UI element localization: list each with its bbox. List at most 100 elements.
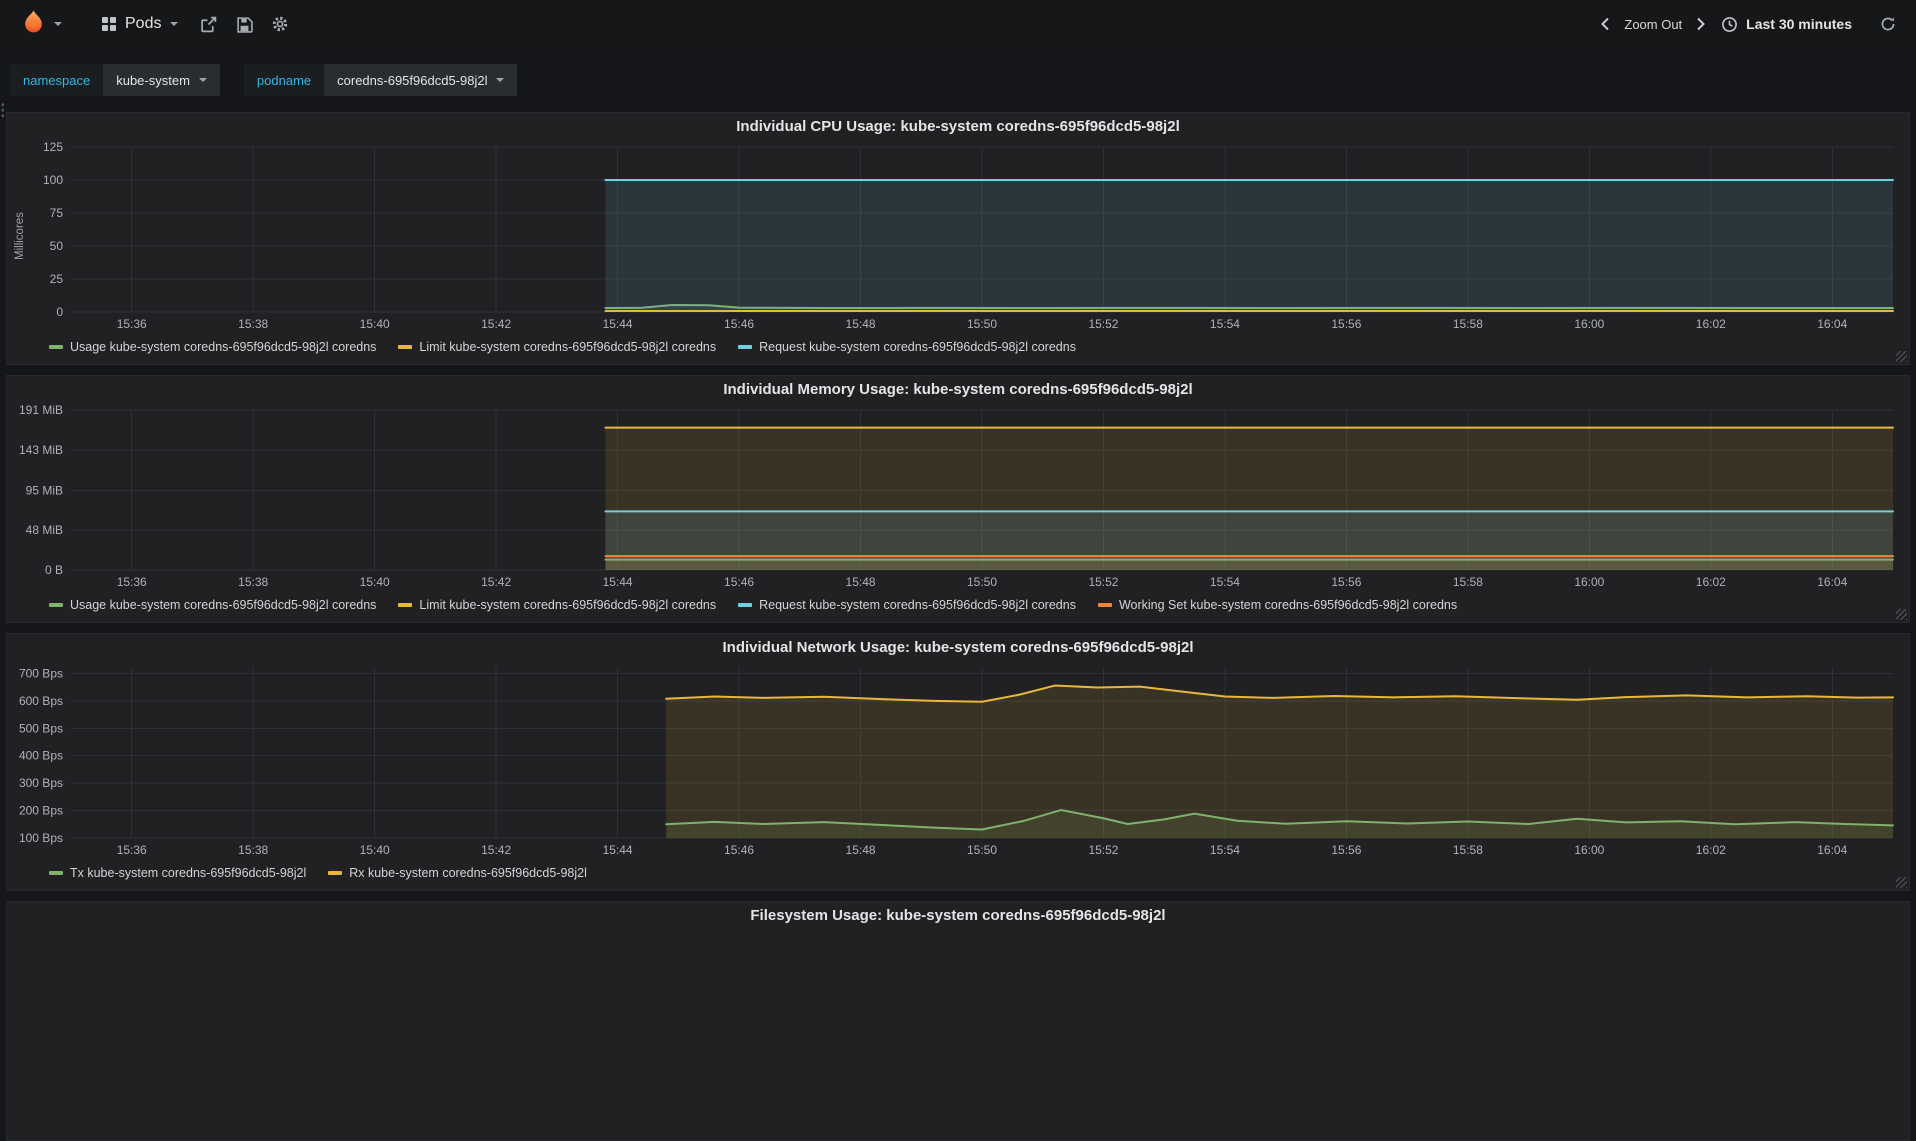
y-axis-label: Millicores: [14, 212, 26, 261]
legend-series-label: Request kube-system coredns-695f96dcd5-9…: [759, 598, 1076, 612]
svg-text:15:56: 15:56: [1331, 575, 1361, 589]
svg-text:15:46: 15:46: [724, 317, 754, 331]
variable-label: namespace: [10, 64, 104, 96]
share-icon: [201, 16, 217, 32]
panel-resize-handle-icon[interactable]: [1896, 877, 1907, 888]
svg-text:15:48: 15:48: [846, 843, 876, 857]
variable-namespace: namespace kube-system: [10, 64, 220, 96]
svg-text:15:36: 15:36: [117, 575, 147, 589]
svg-text:15:42: 15:42: [481, 317, 511, 331]
svg-text:15:40: 15:40: [360, 575, 390, 589]
share-button[interactable]: [190, 0, 226, 48]
svg-text:25: 25: [50, 272, 64, 286]
chart-legend: Usage kube-system coredns-695f96dcd5-98j…: [13, 334, 1903, 364]
svg-text:15:54: 15:54: [1210, 575, 1240, 589]
legend-series-label: Tx kube-system coredns-695f96dcd5-98j2l: [70, 866, 307, 880]
legend-item[interactable]: Limit kube-system coredns-695f96dcd5-98j…: [398, 596, 716, 614]
save-button[interactable]: [226, 0, 262, 48]
legend-series-label: Request kube-system coredns-695f96dcd5-9…: [759, 340, 1076, 354]
svg-text:16:00: 16:00: [1574, 317, 1604, 331]
svg-text:15:44: 15:44: [603, 843, 633, 857]
legend-series-color-icon: [738, 603, 753, 607]
panel-memory-usage: Individual Memory Usage: kube-system cor…: [6, 375, 1910, 623]
gear-icon: [273, 16, 288, 32]
legend-series-color-icon: [1097, 603, 1112, 607]
svg-text:15:48: 15:48: [846, 575, 876, 589]
legend-series-color-icon: [398, 345, 413, 349]
variable-value-dropdown[interactable]: kube-system: [103, 64, 220, 96]
svg-text:16:04: 16:04: [1817, 843, 1847, 857]
time-range-label[interactable]: Last 30 minutes: [1746, 16, 1870, 32]
legend-item[interactable]: Rx kube-system coredns-695f96dcd5-98j2l: [328, 864, 587, 882]
svg-text:15:46: 15:46: [724, 575, 754, 589]
svg-text:200 Bps: 200 Bps: [19, 804, 63, 818]
svg-text:15:52: 15:52: [1088, 317, 1118, 331]
svg-text:15:36: 15:36: [117, 843, 147, 857]
panel-resize-handle-icon[interactable]: [1896, 351, 1907, 362]
panel-resize-handle-icon[interactable]: [1896, 609, 1907, 620]
legend-item[interactable]: Request kube-system coredns-695f96dcd5-9…: [738, 338, 1076, 356]
svg-text:15:38: 15:38: [238, 575, 268, 589]
svg-text:15:58: 15:58: [1453, 575, 1483, 589]
svg-text:15:56: 15:56: [1331, 843, 1361, 857]
legend-item[interactable]: Usage kube-system coredns-695f96dcd5-98j…: [49, 338, 376, 356]
legend-series-label: Limit kube-system coredns-695f96dcd5-98j…: [419, 598, 717, 612]
svg-text:16:02: 16:02: [1696, 843, 1726, 857]
svg-text:100: 100: [43, 173, 63, 187]
chevron-right-icon: [1697, 17, 1706, 31]
panel-title[interactable]: Individual Network Usage: kube-system co…: [13, 634, 1903, 660]
svg-text:16:02: 16:02: [1696, 317, 1726, 331]
svg-text:16:00: 16:00: [1574, 843, 1604, 857]
zoom-out-button[interactable]: Zoom Out: [1620, 17, 1686, 32]
variable-podname: podname coredns-695f96dcd5-98j2l: [243, 64, 518, 96]
svg-text:15:38: 15:38: [238, 317, 268, 331]
svg-text:15:54: 15:54: [1210, 317, 1240, 331]
grafana-menu-button[interactable]: [14, 0, 68, 48]
svg-text:100 Bps: 100 Bps: [19, 831, 63, 845]
panel-title[interactable]: Individual CPU Usage: kube-system coredn…: [13, 113, 1903, 139]
legend-series-color-icon: [49, 871, 63, 875]
svg-text:95 MiB: 95 MiB: [26, 483, 63, 497]
chevron-down-icon: [496, 78, 505, 82]
svg-text:15:50: 15:50: [967, 317, 997, 331]
row-drag-handle-icon[interactable]: [0, 102, 5, 119]
legend-item[interactable]: Tx kube-system coredns-695f96dcd5-98j2l: [49, 864, 306, 882]
chart-legend: Usage kube-system coredns-695f96dcd5-98j…: [13, 592, 1903, 622]
svg-text:15:44: 15:44: [603, 317, 633, 331]
dashboard-picker-button[interactable]: Pods: [90, 0, 190, 48]
refresh-button[interactable]: [1874, 0, 1902, 48]
svg-text:15:56: 15:56: [1331, 317, 1361, 331]
legend-series-label: Usage kube-system coredns-695f96dcd5-98j…: [70, 340, 377, 354]
chevron-left-icon: [1601, 17, 1610, 31]
legend-series-label: Rx kube-system coredns-695f96dcd5-98j2l: [349, 866, 587, 880]
legend-item[interactable]: Limit kube-system coredns-695f96dcd5-98j…: [398, 338, 716, 356]
time-forward-button[interactable]: [1690, 0, 1712, 48]
svg-text:15:58: 15:58: [1453, 843, 1483, 857]
svg-text:0: 0: [56, 305, 63, 319]
legend-series-label: Working Set kube-system coredns-695f96dc…: [1118, 598, 1458, 612]
svg-text:191 MiB: 191 MiB: [19, 403, 63, 417]
panel-title[interactable]: Individual Memory Usage: kube-system cor…: [13, 376, 1903, 402]
time-range-button-icon[interactable]: [1716, 0, 1742, 48]
legend-series-label: Limit kube-system coredns-695f96dcd5-98j…: [419, 340, 717, 354]
svg-text:400 Bps: 400 Bps: [19, 749, 63, 763]
panel-title[interactable]: Filesystem Usage: kube-system coredns-69…: [13, 902, 1903, 928]
svg-text:15:54: 15:54: [1210, 843, 1240, 857]
time-back-button[interactable]: [1594, 0, 1616, 48]
network-usage-chart[interactable]: 100 Bps 200 Bps 300 Bps 400 Bps 500 Bps 600 B…: [13, 660, 1903, 860]
svg-text:15:58: 15:58: [1453, 317, 1483, 331]
refresh-icon: [1881, 17, 1895, 31]
variable-value-dropdown[interactable]: coredns-695f96dcd5-98j2l: [324, 64, 518, 96]
memory-usage-chart[interactable]: 0 B 48 MiB 95 MiB 143 MiB 191 MiB 15:36 15:38 1…: [13, 402, 1903, 592]
legend-item[interactable]: Request kube-system coredns-695f96dcd5-9…: [738, 596, 1076, 614]
legend-series-color-icon: [49, 345, 63, 349]
legend-item[interactable]: Working Set kube-system coredns-695f96dc…: [1097, 596, 1458, 614]
legend-item[interactable]: Usage kube-system coredns-695f96dcd5-98j…: [49, 596, 376, 614]
settings-button[interactable]: [262, 0, 298, 48]
cpu-usage-chart[interactable]: 0 25 50 75 100 125 15:36 15:38 15:40 15:42 15:44 15…: [27, 139, 1903, 334]
variable-value-text: coredns-695f96dcd5-98j2l: [337, 72, 488, 88]
panel-network-usage: Individual Network Usage: kube-system co…: [6, 633, 1910, 891]
svg-text:600 Bps: 600 Bps: [19, 694, 63, 708]
svg-text:16:02: 16:02: [1696, 575, 1726, 589]
svg-text:15:36: 15:36: [117, 317, 147, 331]
